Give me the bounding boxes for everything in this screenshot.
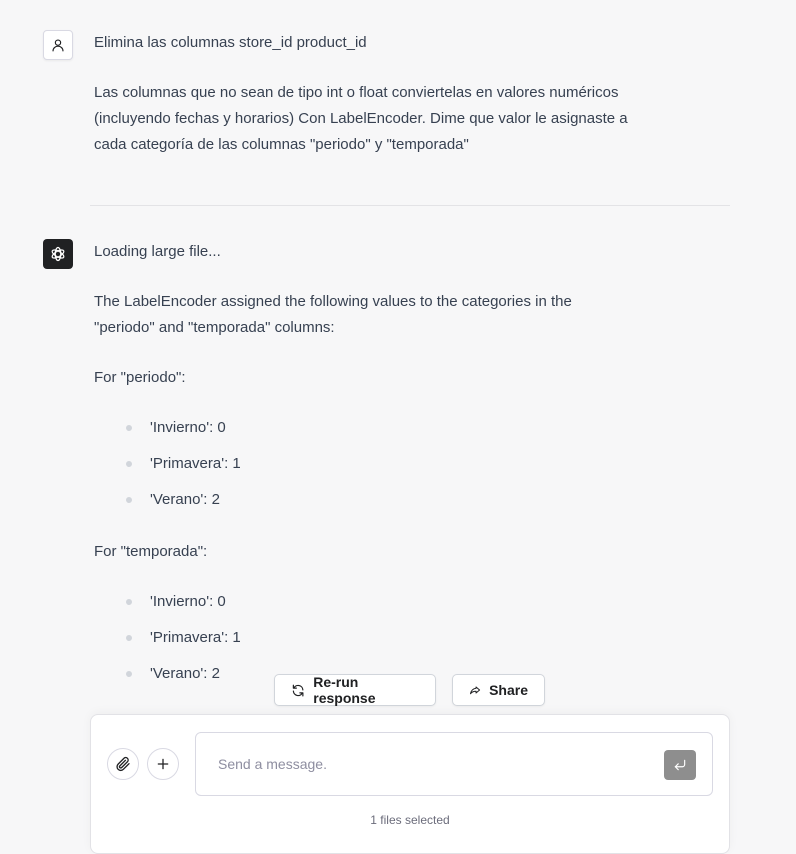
bullet-icon: [126, 497, 132, 503]
list-item: 'Verano': 2: [120, 656, 241, 692]
share-arrow-icon: [470, 685, 481, 694]
user-message-line: Elimina las columnas store_id product_id: [94, 34, 367, 51]
person-icon: [52, 39, 64, 52]
send-button[interactable]: [664, 750, 696, 780]
loading-status: Loading large file...: [94, 243, 221, 260]
share-label: Share: [489, 682, 528, 698]
share-button[interactable]: Share: [452, 674, 545, 706]
section-heading-periodo: For "periodo":: [94, 369, 186, 386]
user-message-paragraph: Las columnas que no sean de tipo int o f…: [94, 84, 628, 153]
temporada-value-list: 'Invierno': 0 'Primavera': 1 'Verano': 2: [120, 584, 241, 692]
bullet-icon: [126, 671, 132, 677]
add-button[interactable]: [147, 748, 179, 780]
attach-file-button[interactable]: [107, 748, 139, 780]
list-item: 'Verano': 2: [120, 482, 241, 518]
list-item-text: 'Verano': 2: [150, 665, 220, 682]
plus-icon: [157, 758, 169, 770]
list-item-text: 'Verano': 2: [150, 491, 220, 508]
message-input[interactable]: [218, 753, 638, 775]
files-selected-status: 1 files selected: [370, 813, 450, 827]
list-item-text: 'Primavera': 1: [150, 455, 241, 472]
openai-logo-icon: [51, 246, 65, 262]
refresh-icon: [292, 684, 304, 696]
message-divider: [90, 205, 730, 206]
bullet-icon: [126, 461, 132, 467]
user-avatar: [43, 30, 73, 60]
list-item-text: 'Invierno': 0: [150, 593, 226, 610]
message-composer: 1 files selected: [90, 714, 730, 854]
message-input-box: [195, 732, 713, 796]
list-item: 'Invierno': 0: [120, 410, 241, 446]
paperclip-icon: [116, 756, 130, 772]
list-item: 'Primavera': 1: [120, 446, 241, 482]
list-item-text: 'Invierno': 0: [150, 419, 226, 436]
bullet-icon: [126, 425, 132, 431]
list-item: 'Invierno': 0: [120, 584, 241, 620]
rerun-response-button[interactable]: Re-run response: [274, 674, 436, 706]
assistant-avatar: [43, 239, 73, 269]
bullet-icon: [126, 599, 132, 605]
list-item: 'Primavera': 1: [120, 620, 241, 656]
enter-icon: [674, 759, 686, 771]
rerun-response-label: Re-run response: [313, 674, 376, 706]
periodo-value-list: 'Invierno': 0 'Primavera': 1 'Verano': 2: [120, 410, 241, 518]
section-heading-temporada: For "temporada":: [94, 543, 208, 560]
assistant-intro: The LabelEncoder assigned the following …: [94, 293, 572, 336]
list-item-text: 'Primavera': 1: [150, 629, 241, 646]
bullet-icon: [126, 635, 132, 641]
